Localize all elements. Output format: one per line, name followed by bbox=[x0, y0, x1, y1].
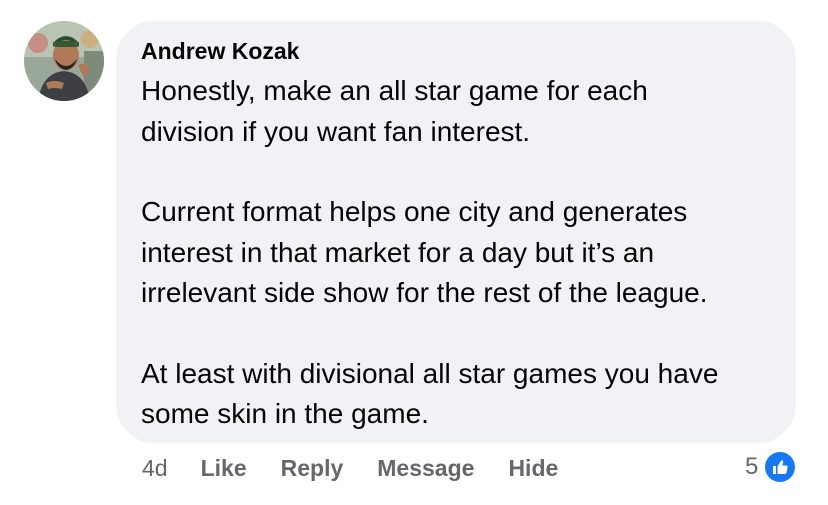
comment-paragraph: Current format helps one city and genera… bbox=[141, 192, 772, 314]
profile-photo-icon bbox=[24, 21, 104, 101]
thumbs-up-icon bbox=[763, 450, 798, 484]
comment-text-line: Honestly, make an all star game for each bbox=[141, 75, 648, 106]
comment-text-line: division if you want fan interest. bbox=[141, 115, 531, 147]
like-button[interactable]: Like bbox=[201, 455, 247, 482]
comment-container: Andrew Kozak Honestly, make an all star … bbox=[0, 0, 828, 505]
comment-bubble: Andrew Kozak Honestly, make an all star … bbox=[116, 21, 796, 443]
reaction-summary[interactable]: 5 bbox=[745, 449, 798, 485]
hide-button[interactable]: Hide bbox=[508, 455, 558, 482]
comment-timestamp[interactable]: 4d bbox=[142, 455, 168, 482]
comment-text-line: interest in that market for a day but it… bbox=[141, 236, 655, 268]
comment-text-line: irrelevant side show for the rest of the… bbox=[141, 277, 708, 308]
avatar[interactable] bbox=[24, 21, 104, 101]
comment-text-line: At least with divisional all star games … bbox=[141, 357, 719, 389]
comment-text-line: some skin in the game. bbox=[141, 398, 429, 429]
reply-button[interactable]: Reply bbox=[281, 455, 344, 482]
comment-actions-bar: 4d Like Reply Message Hide bbox=[142, 454, 592, 482]
comment-text-line: Current format helps one city and genera… bbox=[141, 196, 688, 227]
comment-paragraph: At least with divisional all star games … bbox=[141, 354, 772, 435]
comment-paragraph: Honestly, make an all star game for each… bbox=[141, 71, 772, 152]
message-button[interactable]: Message bbox=[377, 455, 474, 482]
reaction-count: 5 bbox=[745, 453, 759, 480]
comment-author-name[interactable]: Andrew Kozak bbox=[141, 39, 772, 63]
